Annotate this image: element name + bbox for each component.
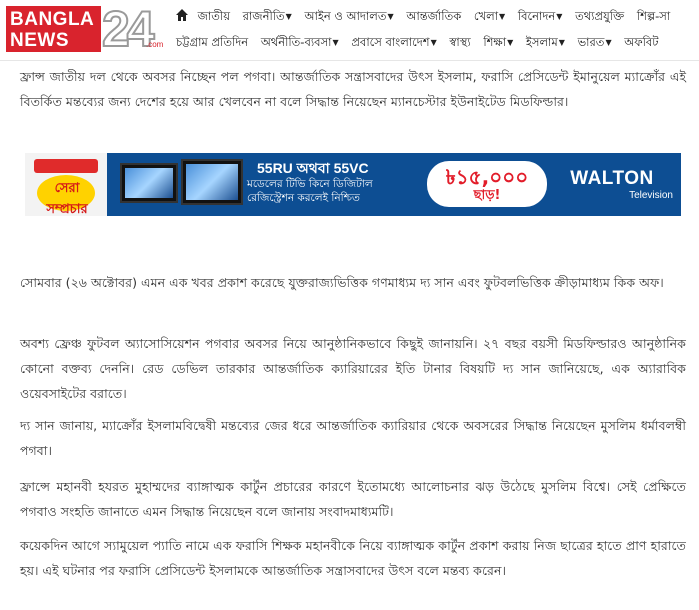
nav-row-primary: জাতীয় রাজনীতি▼ আইন ও আদালত▼ আন্তর্জাতিক… — [176, 8, 679, 28]
home-icon[interactable] — [176, 9, 188, 21]
advertisement-banner[interactable]: সেরা সম্প্রচার 55RU অথবা 55VC মডেলের টিভ… — [25, 153, 681, 216]
ad-offer-badge: সেরা সম্প্রচার — [25, 153, 107, 216]
nav-item-law-court[interactable]: আইন ও আদালত▼ — [304, 8, 393, 27]
nav-item-politics[interactable]: রাজনীতি▼ — [243, 8, 292, 27]
logo-word-bottom: NEWS — [10, 30, 69, 51]
chevron-down-icon: ▼ — [499, 12, 506, 21]
nav-item-national[interactable]: জাতীয় — [198, 8, 230, 27]
article-paragraph: সোমবার (২৬ অক্টোবর) এমন এক খবর প্রকাশ কর… — [20, 275, 664, 290]
logo-number: 24 — [101, 0, 156, 58]
chevron-down-icon: ▼ — [556, 12, 563, 21]
nav-row-secondary: চট্টগ্রাম প্রতিদিন অর্থনীতি-ব্যবসা▼ প্রব… — [176, 34, 668, 54]
chevron-down-icon: ▼ — [605, 38, 612, 47]
ad-brand-sub: Television — [629, 190, 673, 201]
nav-item-technology[interactable]: তথ্যপ্রযুক্তি — [575, 8, 624, 27]
ad-subline: মডেলের টিভি কিনে ডিজিটাল রেজিস্ট্রেশন কর… — [247, 178, 373, 204]
site-header: BANGLA NEWS 24 .com জাতীয় রাজনীতি▼ আইন … — [0, 0, 699, 61]
ad-badge-text: সেরা সম্প্রচার — [46, 181, 88, 216]
chevron-down-icon: ▼ — [558, 38, 565, 47]
article-paragraph: ফ্রান্স জাতীয় দল থেকে অবসর নিচ্ছেন পল প… — [20, 69, 686, 109]
nav-item-offbeat[interactable]: অফবিট — [624, 34, 658, 53]
ad-price-tag: ৳১৫,০০০ ছাড়! — [427, 161, 547, 207]
chevron-down-icon: ▼ — [387, 12, 394, 21]
ad-discount: ছাড়! — [473, 188, 501, 203]
chevron-down-icon: ▼ — [507, 38, 514, 47]
tv-image — [181, 159, 243, 205]
ad-brand: WALTON — [570, 168, 654, 189]
nav-item-economy[interactable]: অর্থনীতি-ব্যবসা▼ — [261, 34, 339, 53]
chevron-down-icon: ▼ — [430, 38, 437, 47]
logo-word-top: BANGLA — [10, 9, 95, 30]
nav-item-islam[interactable]: ইসলাম▼ — [526, 34, 565, 53]
nav-item-health[interactable]: স্বাস্থ্য — [449, 34, 470, 53]
nav-item-probash[interactable]: প্রবাসে বাংলাদেশ▼ — [351, 34, 436, 53]
tv-image — [120, 163, 178, 203]
nav-item-education[interactable]: শিক্ষা▼ — [483, 34, 513, 53]
nav-item-international[interactable]: আন্তর্জাতিক — [406, 8, 461, 27]
logo-domain: .com — [146, 40, 164, 49]
nav-item-india[interactable]: ভারত▼ — [578, 34, 612, 53]
site-logo[interactable]: BANGLA NEWS 24 .com — [6, 0, 163, 58]
chevron-down-icon: ▼ — [332, 38, 339, 47]
nav-item-chattogram[interactable]: চট্টগ্রাম প্রতিদিন — [176, 34, 248, 53]
nav-item-industry[interactable]: শিল্প-সা — [637, 8, 670, 27]
article-paragraph: অবশ্য ফ্রেঞ্চ ফুটবল অ্যাসোসিয়েশন পগবার … — [20, 336, 686, 401]
article-paragraph: কয়েকদিন আগে স্যামুয়েল প্যাতি নামে এক ফ… — [20, 538, 686, 578]
chevron-down-icon: ▼ — [285, 12, 292, 21]
nav-item-entertainment[interactable]: বিনোদন▼ — [518, 8, 563, 27]
article-paragraph: দ্য সান জানায়, ম্যাক্রোঁর ইসলামবিদ্বেষী… — [20, 418, 686, 458]
nav-item-sports[interactable]: খেলা▼ — [474, 8, 505, 27]
article-paragraph: ফ্রান্সে মহানবী হযরত মুহাম্মদের ব্যাঙ্গা… — [20, 479, 686, 519]
